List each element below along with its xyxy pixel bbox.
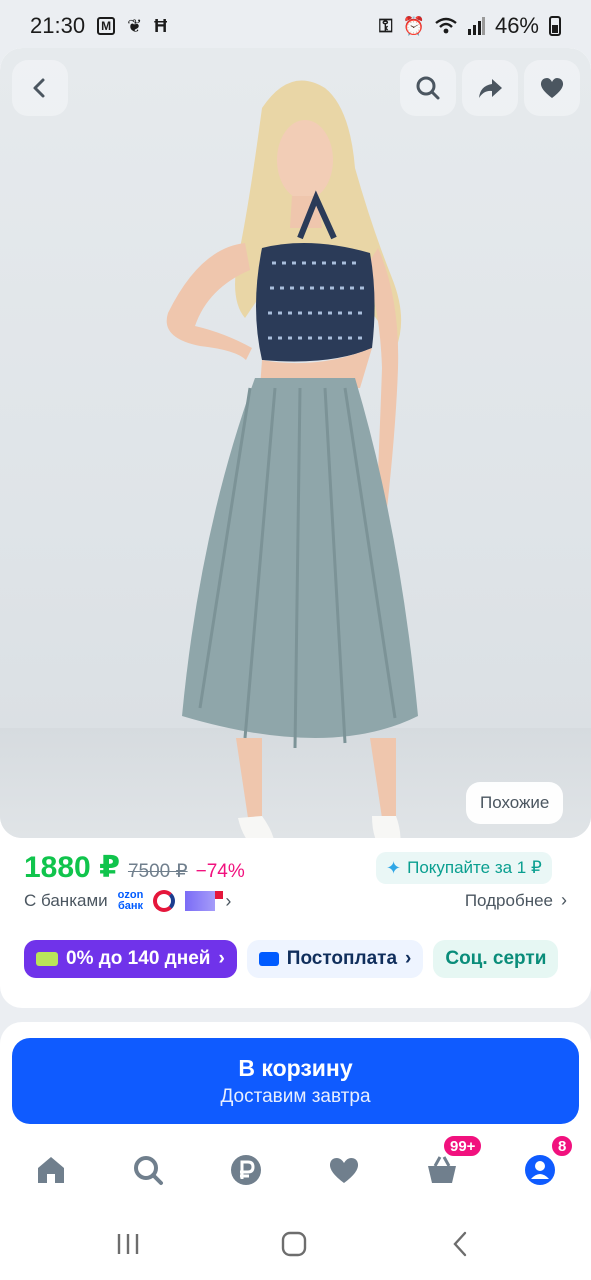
home-nav-icon	[281, 1231, 307, 1257]
banks-label: С банками	[24, 891, 108, 910]
postpay-label: Постоплата	[286, 948, 398, 969]
sparkle-icon: ✦	[386, 857, 402, 878]
ruble-icon	[231, 1155, 261, 1185]
product-photo[interactable]: Похожие	[0, 48, 591, 838]
similar-button[interactable]: Похожие	[466, 782, 564, 824]
tab-search[interactable]	[124, 1146, 172, 1194]
chevron-right-icon: ›	[561, 890, 567, 910]
social-cert-label: Соц. серти	[445, 948, 547, 969]
tab-home[interactable]	[27, 1146, 75, 1194]
add-to-cart-button[interactable]: В корзину Доставим завтра	[12, 1038, 579, 1124]
model-illustration	[166, 80, 418, 838]
bird-icon: ❦	[127, 15, 143, 36]
postpay-chip[interactable]: Постоплата ›	[246, 940, 424, 978]
product-card: Похожие 1880 ₽ 7500 ₽ −74% ✦ Покупайте з…	[0, 48, 591, 1008]
search-icon	[416, 76, 440, 100]
heart-icon	[329, 1158, 359, 1183]
status-right: ⚿ ⏰ 46%	[379, 13, 561, 39]
social-cert-chip[interactable]: Соц. серти	[433, 940, 559, 978]
wifi-icon	[435, 17, 457, 34]
alarm-icon: ⏰	[402, 15, 425, 36]
price-row: 1880 ₽ 7500 ₽ −74%	[24, 850, 245, 885]
screen: 21:30 M ❦ Ħ ⚿ ⏰ 46% Похожие 1880 ₽ 7500 …	[0, 0, 591, 1280]
search-button[interactable]	[400, 60, 456, 116]
chevron-left-icon	[33, 78, 45, 98]
postpay-icon	[258, 952, 279, 966]
chevron-right-icon: ›	[405, 948, 412, 969]
profile-count-badge: 8	[550, 1134, 575, 1158]
chevron-right-icon: ›	[225, 890, 232, 911]
back-nav-button[interactable]	[440, 1224, 480, 1264]
cart-button-subtitle: Доставим завтра	[220, 1085, 371, 1107]
chevron-right-icon: ›	[218, 948, 225, 969]
bank-logo-circle	[153, 890, 176, 912]
tab-bar: 99+ 8	[0, 1134, 591, 1194]
details-link[interactable]: Подробнее ›	[465, 890, 567, 911]
banks-row[interactable]: С банками ozon банк ›	[24, 890, 231, 912]
card-icon	[36, 952, 58, 966]
battery-icon	[549, 16, 561, 36]
status-left: 21:30 M ❦ Ħ	[30, 13, 167, 39]
clock: 21:30	[30, 13, 86, 38]
heart-icon	[540, 78, 564, 98]
recent-apps-button[interactable]	[108, 1224, 148, 1264]
status-bar: 21:30 M ❦ Ħ ⚿ ⏰ 46%	[0, 0, 591, 52]
share-icon	[479, 79, 502, 98]
installment-chip[interactable]: 0% до 140 дней ›	[24, 940, 237, 978]
details-label: Подробнее	[464, 890, 553, 910]
tab-favorites[interactable]	[320, 1146, 368, 1194]
h-icon: Ħ	[154, 15, 168, 36]
back-nav-icon	[453, 1231, 467, 1257]
search-icon	[134, 1156, 163, 1185]
bank-logo-flag	[185, 891, 224, 911]
tab-finance[interactable]	[222, 1146, 270, 1194]
mi-icon: M	[97, 17, 116, 35]
recent-apps-icon	[117, 1234, 139, 1254]
buy-for-label: Покупайте за 1 ₽	[407, 858, 542, 877]
ozon-bank-logo: ozon банк	[117, 889, 144, 912]
system-nav-bar	[0, 1218, 591, 1268]
home-nav-button[interactable]	[274, 1224, 314, 1264]
bottom-panel: В корзину Доставим завтра 99+ 8	[0, 1022, 591, 1280]
cart-button-title: В корзину	[238, 1054, 353, 1081]
key-icon: ⚿	[378, 15, 393, 36]
discount-badge: −74%	[195, 861, 245, 882]
cart-count-badge: 99+	[442, 1134, 484, 1158]
payment-chips: 0% до 140 дней › Постоплата › Соц. серти	[24, 940, 559, 978]
home-icon	[38, 1157, 64, 1183]
price-old: 7500 ₽	[127, 861, 188, 882]
basket-icon	[428, 1156, 456, 1183]
back-button[interactable]	[12, 60, 68, 116]
buy-for-1-rub-button[interactable]: ✦ Покупайте за 1 ₽	[376, 852, 552, 884]
profile-icon	[525, 1155, 555, 1185]
installment-label: 0% до 140 дней	[66, 948, 211, 969]
price-current: 1880 ₽	[24, 851, 120, 884]
signal-icon	[467, 17, 485, 35]
share-button[interactable]	[462, 60, 518, 116]
battery-level: 46%	[494, 13, 539, 38]
favorite-button[interactable]	[524, 60, 580, 116]
